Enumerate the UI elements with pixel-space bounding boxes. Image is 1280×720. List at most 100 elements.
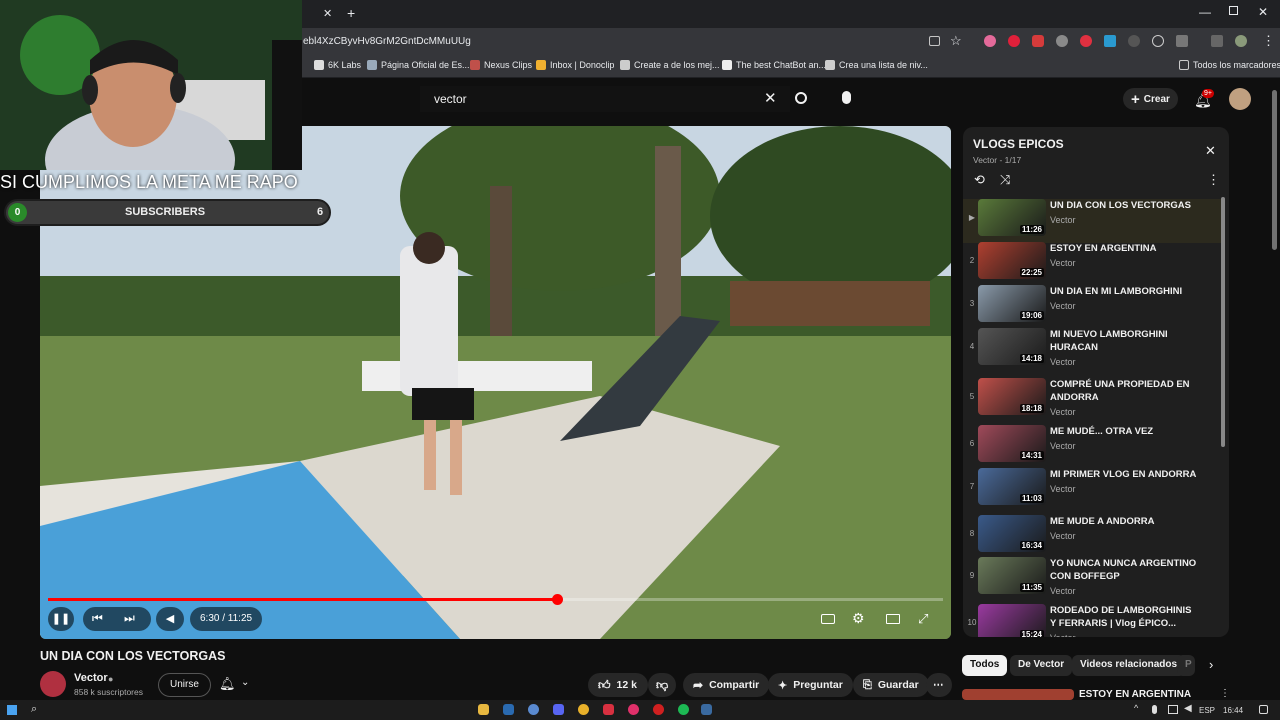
bookmark-item[interactable]: Crea una lista de niv... [825,60,928,70]
url-text[interactable]: ebl4XzCByvHv8GrM2GntDcMMuUUg [303,36,471,47]
spotify-icon[interactable] [678,704,689,715]
bookmark-item[interactable]: 6K Labs [314,60,361,70]
join-button[interactable]: Unirse [158,673,211,697]
playlist-item-index: 3 [969,299,975,308]
fullscreen-icon[interactable]: ⤢ [918,611,928,627]
progress-handle[interactable] [552,594,563,605]
volume-tray-icon[interactable]: ◀︎ [1184,703,1192,714]
tab-search-icon[interactable] [1211,35,1223,47]
extension-icon[interactable] [1008,35,1020,47]
playlist-title[interactable]: VLOGS EPICOS [973,137,1064,151]
playlist-item[interactable]: 2 22:25 ESTOY EN ARGENTINA Vector [963,242,1221,286]
related-thumbnail[interactable] [962,689,1074,700]
more-actions-button[interactable]: ⋯ [926,673,952,697]
related-title[interactable]: ESTOY EN ARGENTINA [1079,689,1191,700]
extension-icon[interactable] [1032,35,1044,47]
browser-menu-icon[interactable]: ⋮ [1262,33,1275,49]
extensions-puzzle-icon[interactable] [1176,35,1188,47]
extension-icon[interactable] [1080,35,1092,47]
related-more-icon[interactable]: ⋮ [1220,688,1230,699]
minimize-icon[interactable]: — [1199,5,1211,19]
new-tab-button[interactable]: + [347,5,355,21]
playlist-item[interactable]: ▶ 11:26 UN DIA CON LOS VECTORGAS Vector [963,199,1221,243]
extension-icon[interactable] [1056,35,1068,47]
extension-icon[interactable] [1104,35,1116,47]
bookmark-item[interactable]: Página Oficial de Es... [367,60,470,70]
taskbar-search-icon[interactable]: ⌕ [31,703,37,716]
search-icon[interactable] [795,92,807,104]
theater-mode-icon[interactable] [886,614,900,624]
create-button[interactable]: + Crear [1123,88,1178,110]
bookmark-item[interactable]: The best ChatBot an... [722,60,826,70]
window-close-icon[interactable]: ✕ [1258,5,1268,19]
tab-close-icon[interactable]: ✕ [323,7,332,20]
dislike-button[interactable]: 👎︎ [648,673,676,697]
shuffle-icon[interactable]: ⤨ [1000,172,1010,188]
extension-icon[interactable] [1152,35,1164,47]
playlist-item[interactable]: 9 11:35 YO NUNCA NUNCA ARGENTINO CON BOFFE… [963,557,1221,601]
bookmark-item[interactable]: Nexus Clips [470,60,532,70]
clear-search-icon[interactable]: ✕ [764,89,777,107]
page-scrollbar[interactable] [1272,90,1277,250]
close-icon[interactable]: ✕ [1205,143,1216,159]
loop-icon[interactable]: ⟲ [974,172,985,188]
like-button[interactable]: 👍︎ 12 k [588,673,648,697]
next-icon[interactable]: ⏭ [124,611,135,626]
bookmarks-folder[interactable]: Todos los marcadores [1179,60,1280,70]
install-app-icon[interactable] [929,36,940,46]
bell-subscribed-icon[interactable]: 🔔︎ [219,676,236,692]
bookmark-item[interactable]: Create a de los mej... [620,60,720,70]
mic-icon[interactable] [1152,705,1157,714]
discord-icon[interactable] [553,704,564,715]
playlist-item[interactable]: 6 14:31 ME MUDÉ... OTRA VEZ Vector [963,425,1221,469]
settings-gear-icon[interactable]: ⚙ [852,610,865,627]
windows-start-icon[interactable] [7,705,17,715]
bookmark-star-icon[interactable]: ☆ [950,33,962,49]
volume-icon[interactable]: ◀︎ [156,607,184,631]
playlist-item[interactable]: 5 18:18 COMPRÉ UNA PROPIEDAD EN ANDORRA Vec… [963,378,1221,422]
pause-icon[interactable]: ❚❚ [48,607,74,631]
playlist-item[interactable]: 7 11:03 MI PRIMER VLOG EN ANDORRA Vector [963,468,1221,512]
app-icon[interactable] [628,704,639,715]
playlist-item[interactable]: 8 16:34 ME MUDE A ANDORRA Vector [963,515,1221,559]
playlist-item-index: 9 [969,571,975,580]
subtitles-icon[interactable] [821,614,835,624]
progress-track[interactable] [48,594,943,605]
maximize-icon[interactable] [1229,6,1238,15]
channel-name[interactable]: Vector [74,672,108,684]
tray-chevron-icon[interactable]: ^ [1134,703,1138,713]
voice-search-icon[interactable] [842,91,851,104]
extension-icon[interactable] [1128,35,1140,47]
chevron-right-icon[interactable]: › [1209,657,1213,672]
chip-more[interactable]: P [1177,655,1195,676]
profile-icon[interactable] [1235,35,1247,47]
network-icon[interactable] [1168,705,1178,714]
playlist-item[interactable]: 3 19:06 UN DIA EN MI LAMBORGHINI Vector [963,285,1221,329]
save-button[interactable]: ⎘ Guardar [853,673,929,697]
chip-from-vector[interactable]: De Vector [1010,655,1073,676]
app-icon[interactable] [653,704,664,715]
ask-button[interactable]: ✦ Preguntar [768,673,853,697]
app-icon[interactable] [603,704,614,715]
playlist-scrollbar[interactable] [1221,197,1225,447]
app-icon[interactable] [528,704,539,715]
steam-icon[interactable] [701,704,712,715]
channel-avatar[interactable] [40,671,66,697]
more-options-icon[interactable]: ⋮ [1207,172,1220,188]
share-button[interactable]: ➦ Compartir [683,673,770,697]
file-explorer-icon[interactable] [478,704,489,715]
chevron-down-icon[interactable]: ⌄ [241,677,249,688]
chip-all[interactable]: Todos [962,655,1008,676]
chip-related[interactable]: Videos relacionados [1072,655,1186,676]
playlist-item[interactable]: 4 14:18 MI NUEVO LAMBORGHINI HURACAN Vector [963,328,1221,372]
avatar[interactable] [1229,88,1251,110]
search-input[interactable] [420,86,790,112]
chrome-icon[interactable] [578,704,589,715]
playlist-item[interactable]: 10 15:24 RODEADO DE LAMBORGHINIS Y FERRARI… [963,604,1221,637]
clock[interactable]: 16:44 [1223,706,1243,715]
notifications-tray-icon[interactable] [1259,705,1268,714]
extension-icon[interactable] [984,35,996,47]
bookmark-item[interactable]: Inbox | Donoclip [536,60,614,70]
steam-icon[interactable] [503,704,514,715]
language-indicator[interactable]: ESP [1199,706,1215,715]
